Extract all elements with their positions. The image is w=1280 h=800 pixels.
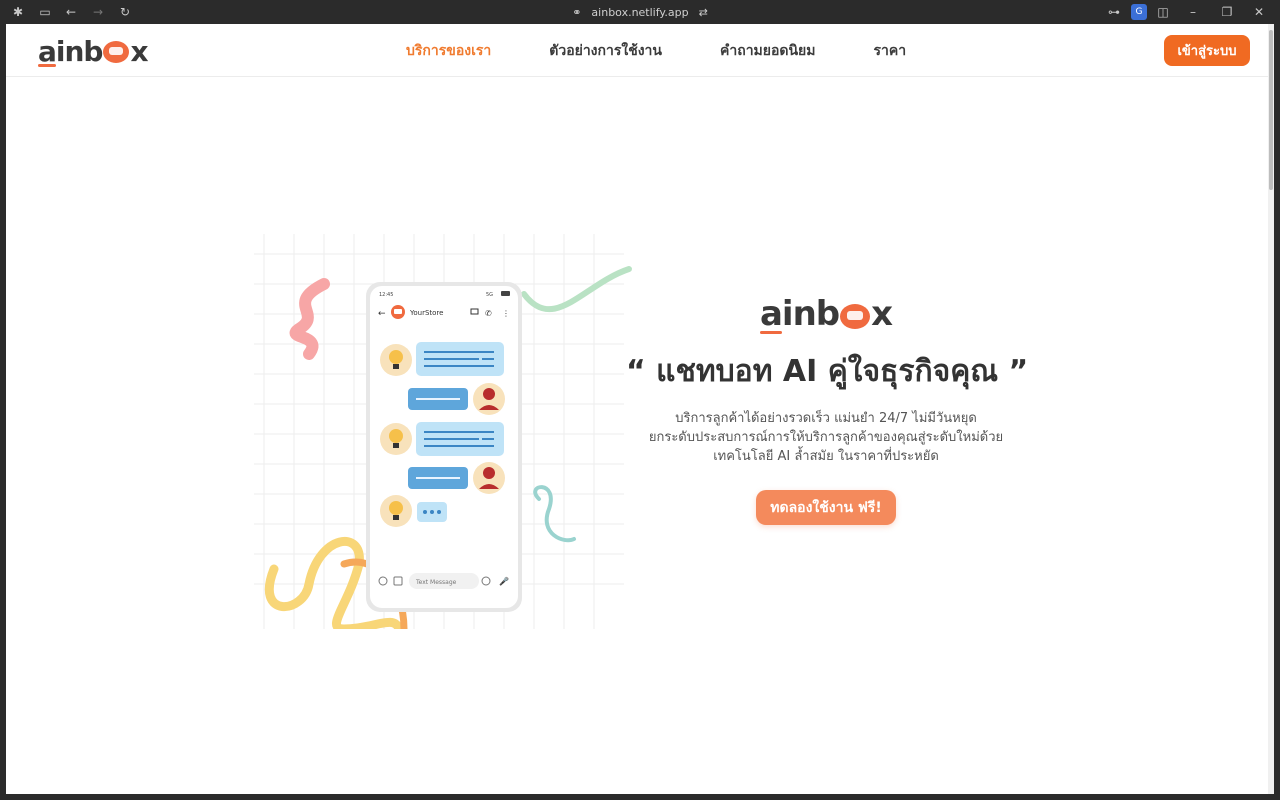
page-viewport: ai nb x บริการของเรา ตัวอย่างการใช้งาน คำถ… <box>6 24 1268 794</box>
main-nav: บริการของเรา ตัวอย่างการใช้งาน คำถามยอดน… <box>406 24 906 77</box>
nav-examples[interactable]: ตัวอย่างการใช้งาน <box>549 40 662 62</box>
hero-desc-line: เทคโนโลยี AI ล้ำสมัย ในราคาที่ประหยัด <box>713 449 939 464</box>
forward-icon[interactable]: → <box>90 4 106 20</box>
reload-icon[interactable]: ↻ <box>117 4 133 20</box>
minimize-icon[interactable]: – <box>1185 4 1201 20</box>
nav-pricing[interactable]: ราคา <box>873 40 906 62</box>
phone-signal: 5G <box>486 292 493 298</box>
translate-icon[interactable]: G <box>1131 4 1147 20</box>
url-text: ainbox.netlify.app <box>591 5 689 19</box>
browser-chrome: ✱ ▭ ← → ↻ ⚭ ainbox.netlify.app ⇄ ⊶ G ◫ –… <box>0 0 1280 24</box>
green-ribbon <box>521 266 632 313</box>
phone-back-icon: ← <box>378 309 386 319</box>
site-settings-icon[interactable]: ⇄ <box>699 6 708 19</box>
phone-mockup: 12:45 5G ← YourStore ✆ ⋮ Text Message 🎤 <box>366 282 522 612</box>
hero-logo: ai nb x <box>759 294 893 334</box>
nav-faq[interactable]: คำถามยอดนิยม <box>720 40 816 62</box>
page-scrollbar[interactable] <box>1268 24 1274 794</box>
restore-icon[interactable]: ❐ <box>1219 4 1235 20</box>
nav-services[interactable]: บริการของเรา <box>406 40 491 62</box>
hero-logo-underline <box>759 331 782 334</box>
svg-text:🎤: 🎤 <box>499 576 509 586</box>
link-icon: ⚭ <box>572 5 582 19</box>
hero-desc-line: บริการลูกค้าได้อย่างรวดเร็ว แม่นยำ 24/7 … <box>675 411 977 426</box>
scrollbar-thumb[interactable] <box>1269 30 1273 190</box>
hero-description: บริการลูกค้าได้อย่างรวดเร็ว แม่นยำ 24/7 … <box>626 409 1026 466</box>
hero-title: “ แชทบอท AI คู่ใจธุรกิจคุณ ” <box>626 354 1029 389</box>
hero-logo-chat-icon <box>840 303 871 329</box>
hero-logo-left: ai <box>759 294 794 334</box>
reader-icon[interactable]: ⊶ <box>1106 4 1122 20</box>
free-trial-button[interactable]: ทดลองใช้งาน ฟรี! <box>756 490 896 525</box>
teal-ribbon <box>533 485 576 543</box>
back-icon[interactable]: ← <box>63 4 79 20</box>
logo-text-right: x <box>130 34 148 68</box>
address-bar[interactable]: ⚭ ainbox.netlify.app ⇄ <box>540 3 740 21</box>
hero-illustration: 12:45 5G ← YourStore ✆ ⋮ Text Message 🎤 <box>254 234 632 629</box>
logo-underline <box>38 64 56 67</box>
close-icon[interactable]: ✕ <box>1251 4 1267 20</box>
extensions-icon[interactable]: ✱ <box>10 4 26 20</box>
hero-logo-mid: nb <box>792 294 841 334</box>
site-logo[interactable]: ai nb x <box>38 34 149 68</box>
logo-text-left: ai <box>38 34 65 68</box>
hero-desc-line: ยกระดับประสบการณ์การให้บริการลูกค้าของคุ… <box>648 430 1004 445</box>
hero-logo-right: x <box>871 294 893 334</box>
site-header: ai nb x บริการของเรา ตัวอย่างการใช้งาน คำถ… <box>6 24 1268 77</box>
login-button[interactable]: เข้าสู่ระบบ <box>1164 35 1250 66</box>
split-view-icon[interactable]: ◫ <box>1155 4 1171 20</box>
logo-chat-icon <box>103 41 130 63</box>
phone-time: 12:45 <box>379 292 393 298</box>
phone-store-name: YourStore <box>409 309 443 317</box>
svg-text:✆: ✆ <box>485 309 492 318</box>
sidebar-toggle-icon[interactable]: ▭ <box>37 4 53 20</box>
svg-text:⋮: ⋮ <box>502 309 510 318</box>
phone-input-placeholder: Text Message <box>415 579 457 586</box>
hero-content: ai nb x “ แชทบอท AI คู่ใจธุรกิจคุณ ” บริกา… <box>626 294 1029 525</box>
logo-text-mid: nb <box>64 34 104 68</box>
